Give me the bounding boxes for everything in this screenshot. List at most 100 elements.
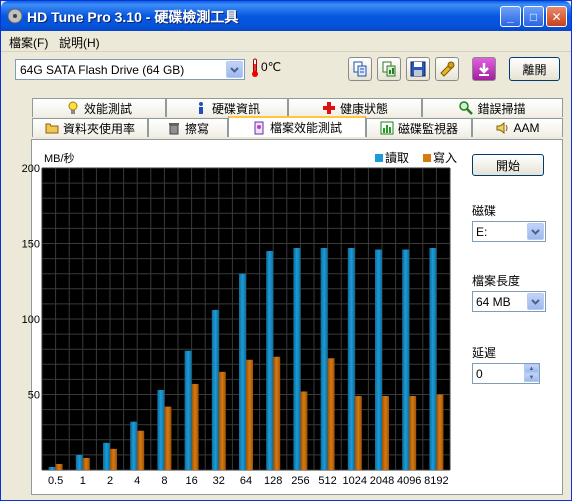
x-tick-label: 512 xyxy=(318,475,336,487)
disk-select[interactable]: E: xyxy=(472,221,546,242)
tab-folder-usage[interactable]: 資料夾使用率 xyxy=(32,118,148,137)
tab-aam[interactable]: AAM xyxy=(472,118,563,137)
copy-image-button[interactable] xyxy=(377,57,401,81)
legend-label: 讀取 xyxy=(385,151,409,165)
maximize-button[interactable]: □ xyxy=(523,6,544,27)
write-bar xyxy=(164,406,172,470)
tab-health[interactable]: 健康狀態 xyxy=(288,98,422,117)
x-tick-label: 32 xyxy=(213,475,225,487)
file-bench-icon xyxy=(254,121,264,134)
x-tick-label: 8192 xyxy=(424,475,448,487)
file-benchmark-panel: 50 100 150 200 MB/秒 讀取 寫入 0.5 1 2 4 8 16 32 64 128 256 51… xyxy=(22,139,563,495)
toolbar: 64G SATA Flash Drive (64 GB) 0℃ 離開 xyxy=(7,55,563,89)
x-tick-label: 4 xyxy=(134,475,140,487)
write-bar xyxy=(354,396,362,470)
read-bar xyxy=(347,248,355,470)
read-bar xyxy=(429,248,437,470)
write-bar xyxy=(436,394,444,470)
write-bar xyxy=(82,457,90,470)
x-tick-label: 2048 xyxy=(370,475,394,487)
read-bar xyxy=(103,442,110,470)
title-bar[interactable]: HD Tune Pro 3.10 - 硬碟檢測工具 _ □ ✕ xyxy=(1,1,571,31)
tab-disk-info[interactable]: 硬碟資訊 xyxy=(166,98,288,117)
delay-spinner[interactable]: 0 ▲ ▼ xyxy=(472,363,540,384)
x-tick-label: 1024 xyxy=(343,475,367,487)
temperature-readout: 0℃ xyxy=(261,60,282,74)
monitor-chart-icon xyxy=(380,121,394,135)
delay-label: 延遲 xyxy=(472,346,497,360)
tab-benchmark[interactable]: 效能測試 xyxy=(32,98,166,117)
y-tick-label: 200 xyxy=(22,163,40,175)
tab-erase[interactable]: 擦寫 xyxy=(148,118,228,137)
speaker-icon xyxy=(496,122,508,134)
x-tick-label: 64 xyxy=(240,475,252,487)
legend-swatch xyxy=(375,154,383,162)
copy-text-button[interactable] xyxy=(348,57,372,81)
read-bar xyxy=(184,350,192,470)
save-icon xyxy=(410,61,426,77)
read-bar xyxy=(48,466,56,470)
write-bar xyxy=(382,396,389,470)
x-tick-label: 2 xyxy=(107,475,113,487)
file-length-value: 64 MB xyxy=(476,295,511,309)
download-button[interactable] xyxy=(472,57,496,81)
settings-icon xyxy=(440,61,455,77)
download-icon xyxy=(479,63,489,76)
write-bar xyxy=(409,396,417,470)
bulb-icon xyxy=(68,101,78,114)
trash-icon xyxy=(168,123,179,135)
settings-button[interactable] xyxy=(435,57,459,81)
file-length-select[interactable]: 64 MB xyxy=(472,291,546,312)
read-bar xyxy=(157,389,165,470)
app-icon xyxy=(7,8,23,24)
read-bar xyxy=(320,248,328,470)
delay-value: 0 xyxy=(476,367,483,381)
read-bar xyxy=(239,273,246,470)
menu-help[interactable]: 說明(H) xyxy=(59,34,100,51)
write-bar xyxy=(55,463,63,470)
read-bar xyxy=(130,421,138,470)
spin-up-icon[interactable]: ▲ xyxy=(524,364,539,373)
x-tick-label: 128 xyxy=(264,475,282,487)
thermometer-icon xyxy=(252,58,258,77)
x-tick-label: 0.5 xyxy=(48,475,63,487)
disk-select-value: E: xyxy=(476,225,488,239)
file-length-label: 檔案長度 xyxy=(472,274,521,288)
write-bar xyxy=(218,371,226,470)
read-bar xyxy=(375,249,382,470)
tab-error-scan[interactable]: 錯誤掃描 xyxy=(422,98,563,117)
tab-disk-monitor[interactable]: 磁碟監視器 xyxy=(366,118,472,137)
read-bar xyxy=(293,248,301,470)
chevron-down-icon[interactable] xyxy=(527,293,544,310)
read-bar xyxy=(402,249,410,470)
chevron-down-icon[interactable] xyxy=(226,61,243,78)
write-bar xyxy=(137,430,145,470)
write-bar xyxy=(110,448,117,470)
x-tick-label: 1 xyxy=(80,475,86,487)
read-bar xyxy=(211,309,219,470)
spin-down-icon[interactable]: ▼ xyxy=(524,373,539,382)
health-cross-icon xyxy=(322,102,335,114)
write-bar xyxy=(300,391,308,470)
chevron-down-icon[interactable] xyxy=(527,223,544,240)
start-button[interactable]: 開始 xyxy=(472,154,544,176)
exit-button[interactable]: 離開 xyxy=(509,57,560,81)
x-tick-label: 16 xyxy=(185,475,197,487)
save-button[interactable] xyxy=(406,57,430,81)
folder-icon xyxy=(45,123,59,134)
y-axis-label: MB/秒 xyxy=(44,151,75,165)
menu-file[interactable]: 檔案(F) xyxy=(9,34,48,51)
write-bar xyxy=(191,383,199,470)
benchmark-chart: 50 100 150 200 MB/秒 讀取 寫入 0.5 1 2 4 8 16 32 64 128 256 51… xyxy=(22,150,457,487)
tab-file-benchmark[interactable]: 檔案效能測試 xyxy=(228,116,366,137)
write-bar xyxy=(327,358,335,470)
menu-bar: 檔案(F) 說明(H) xyxy=(1,32,571,52)
close-button[interactable]: ✕ xyxy=(546,6,567,27)
write-bar xyxy=(273,356,281,470)
minimize-button[interactable]: _ xyxy=(500,6,521,27)
drive-select[interactable]: 64G SATA Flash Drive (64 GB) xyxy=(15,59,245,80)
copy-text-icon xyxy=(353,61,367,77)
window-title: HD Tune Pro 3.10 - 硬碟檢測工具 xyxy=(27,9,239,25)
x-tick-label: 4096 xyxy=(397,475,421,487)
read-bar xyxy=(266,251,274,470)
